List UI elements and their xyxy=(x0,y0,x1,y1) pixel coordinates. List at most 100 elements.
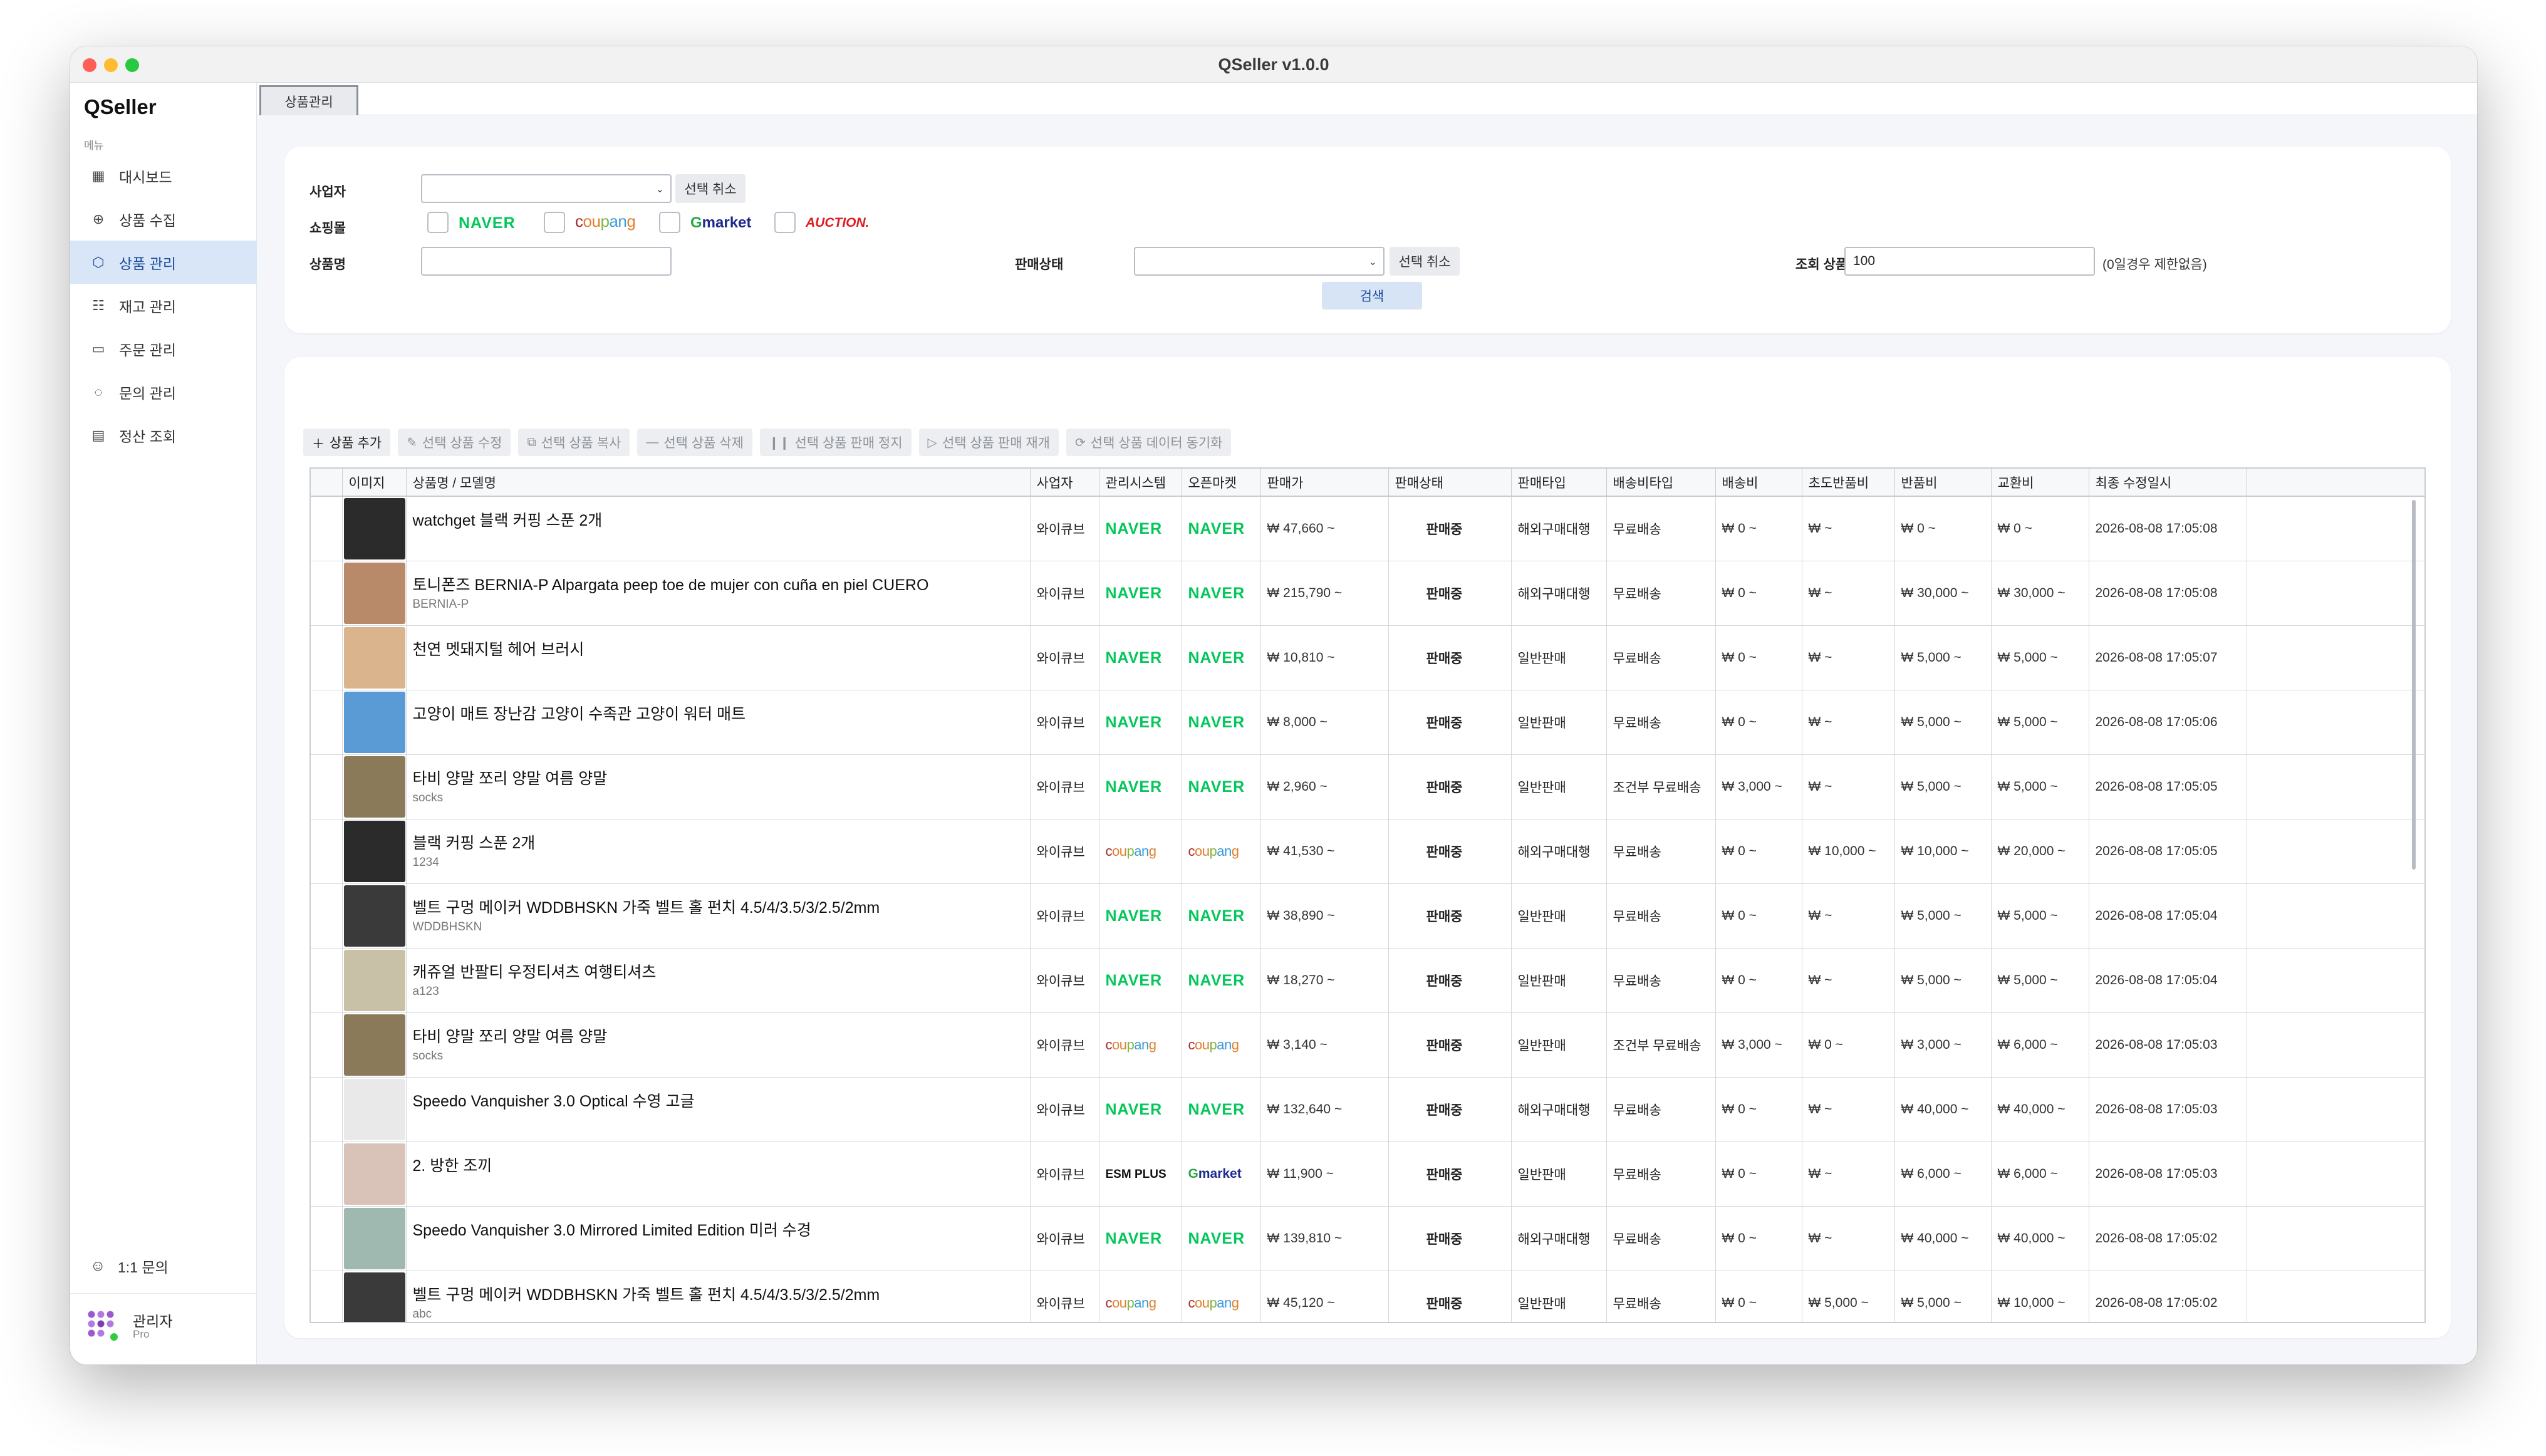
row-select-cell[interactable] xyxy=(311,819,343,884)
row-select-cell[interactable] xyxy=(311,1206,343,1271)
shipping-fee-cell: ₩ 3,000 ~ xyxy=(1715,1012,1802,1078)
return-fee-cell: ₩ 5,000 ~ xyxy=(1894,948,1992,1013)
status-cancel-button[interactable]: 선택 취소 xyxy=(1390,247,1460,276)
updated-at-cell: 2026-08-08 17:05:03 xyxy=(2089,1141,2247,1207)
row-select-cell[interactable] xyxy=(311,625,343,690)
spacer-cell xyxy=(2247,561,2424,626)
stock-icon: ☷ xyxy=(92,297,105,313)
product-name: Speedo Vanquisher 3.0 Mirrored Limited E… xyxy=(412,1222,811,1239)
spacer-cell xyxy=(2247,496,2424,561)
column-header[interactable]: 판매가 xyxy=(1260,469,1389,497)
row-select-cell[interactable] xyxy=(311,883,343,949)
column-header[interactable]: 이미지 xyxy=(342,469,407,497)
seller-select[interactable]: ⌄ xyxy=(421,174,672,203)
initial-return-fee-cell: ₩ ~ xyxy=(1802,690,1895,755)
status-cell: 판매중 xyxy=(1388,1271,1512,1322)
column-header[interactable]: 초도반품비 xyxy=(1802,469,1895,497)
table-scrollbar[interactable] xyxy=(2412,500,2416,870)
initial-return-fee-cell: ₩ ~ xyxy=(1802,1077,1895,1142)
sidebar-item-7[interactable]: ▤ 정산 조회 xyxy=(70,413,257,457)
column-header[interactable]: 관리시스템 xyxy=(1099,469,1182,497)
sidebar-item-1[interactable]: ▦ 대시보드 xyxy=(70,154,257,197)
resume-selling-button[interactable]: ▷ 선택 상품 판매 재개 xyxy=(918,429,1059,456)
row-select-cell[interactable] xyxy=(311,754,343,819)
market-cell: NAVER xyxy=(1182,625,1261,690)
table-row[interactable]: 벨트 구멍 메이커 WDDBHSKN 가죽 벨트 홀 펀치 4.5/4/3.5/… xyxy=(311,1271,2424,1322)
auction-checkbox[interactable] xyxy=(774,212,796,233)
sync-data-button[interactable]: ⟳ 선택 상품 데이터 동기화 xyxy=(1066,429,1232,456)
row-select-cell[interactable] xyxy=(311,948,343,1013)
column-header[interactable]: 사업자 xyxy=(1030,469,1099,497)
column-header[interactable] xyxy=(311,469,343,497)
seller-cell: 와이큐브 xyxy=(1030,1271,1099,1322)
row-select-cell[interactable] xyxy=(311,496,343,561)
sidebar-item-2[interactable]: ⊕ 상품 수집 xyxy=(70,197,257,241)
column-header[interactable]: 반품비 xyxy=(1894,469,1992,497)
add-product-button[interactable]: ＋ 상품 추가 xyxy=(303,429,391,456)
row-select-cell[interactable] xyxy=(311,1141,343,1207)
row-select-cell[interactable] xyxy=(311,1271,343,1322)
stop-selling-button[interactable]: ❙❙ 선택 상품 판매 정지 xyxy=(759,429,912,456)
system-cell: NAVER xyxy=(1099,1206,1182,1271)
search-button[interactable]: 검색 xyxy=(1322,282,1422,309)
column-header[interactable]: 판매상태 xyxy=(1388,469,1512,497)
copy-icon: ⧉ xyxy=(527,435,536,449)
table-row[interactable]: 고양이 매트 장난감 고양이 수족관 고양이 워터 매트 와이큐브 NAVER NAV… xyxy=(311,690,2424,755)
column-header[interactable]: 상품명 / 모델명 xyxy=(406,469,1031,497)
table-row[interactable]: 블랙 커핑 스푼 2개 1234 와이큐브 coupang coupang ₩ 41,53… xyxy=(311,819,2424,884)
product-thumbnail xyxy=(343,1079,405,1140)
sidebar-item-5[interactable]: ▭ 주문 관리 xyxy=(70,327,257,370)
column-header[interactable]: 배송비 xyxy=(1715,469,1802,497)
market-cell: coupang xyxy=(1182,1271,1261,1322)
row-select-cell[interactable] xyxy=(311,690,343,755)
naver-checkbox[interactable] xyxy=(427,212,449,233)
sidebar-item-3[interactable]: ⬡ 상품 관리 xyxy=(70,241,257,284)
column-header[interactable]: 최종 수정일시 xyxy=(2089,469,2247,497)
status-select[interactable]: ⌄ xyxy=(1134,247,1385,276)
gmarket-checkbox[interactable] xyxy=(659,212,680,233)
inquiry-link[interactable]: ☺ 1:1 문의 xyxy=(90,1256,169,1277)
table-row[interactable]: 토니폰즈 BERNIA-P Alpargata peep toe de muje… xyxy=(311,561,2424,626)
column-header[interactable] xyxy=(2247,469,2424,497)
delete-selected-button[interactable]: — 선택 상품 삭제 xyxy=(637,429,752,456)
thumbnail-cell xyxy=(342,496,407,561)
sidebar-item-6[interactable]: ◌ 문의 관리 xyxy=(70,370,257,413)
table-row[interactable]: 2. 방한 조끼 와이큐브 ESM PLUS Gmarket ₩ 11,900 ~ 판매중… xyxy=(311,1141,2424,1207)
column-header[interactable]: 교환비 xyxy=(1991,469,2089,497)
table-row[interactable]: Speedo Vanquisher 3.0 Mirrored Limited E… xyxy=(311,1206,2424,1271)
chevron-down-icon: ⌄ xyxy=(1368,257,1377,268)
coupang-checkbox[interactable] xyxy=(544,212,565,233)
sidebar-item-label: 문의 관리 xyxy=(119,385,177,402)
seller-cell: 와이큐브 xyxy=(1030,625,1099,690)
status-cell: 판매중 xyxy=(1388,1077,1512,1142)
sidebar-item-4[interactable]: ☷ 재고 관리 xyxy=(70,284,257,327)
column-header[interactable]: 오픈마켓 xyxy=(1182,469,1261,497)
count-input[interactable]: 100 xyxy=(1844,247,2095,276)
column-header[interactable]: 배송비타입 xyxy=(1606,469,1716,497)
row-select-cell[interactable] xyxy=(311,1077,343,1142)
market-cell: NAVER xyxy=(1182,883,1261,949)
updated-at-cell: 2026-08-08 17:05:03 xyxy=(2089,1012,2247,1078)
sync-data-label: 선택 상품 데이터 동기화 xyxy=(1090,436,1223,450)
tab-product-management[interactable]: 상품관리 xyxy=(259,85,358,115)
table-row[interactable]: 타비 양말 쪼리 양말 여름 양말 socks 와이큐브 NAVER NAVER ₩ 2,… xyxy=(311,754,2424,819)
shipping-type-cell: 무료배송 xyxy=(1606,883,1716,949)
settle-icon: ▤ xyxy=(91,427,105,443)
row-select-cell[interactable] xyxy=(311,561,343,626)
initial-return-fee-cell: ₩ ~ xyxy=(1802,754,1895,819)
edit-selected-button[interactable]: ✎ 선택 상품 수정 xyxy=(398,429,511,456)
column-header[interactable]: 판매타입 xyxy=(1511,469,1607,497)
seller-cancel-button[interactable]: 선택 취소 xyxy=(675,174,746,203)
table-row[interactable]: 천연 멧돼지털 헤어 브러시 와이큐브 NAVER NAVER ₩ 10,810 ~ 판매… xyxy=(311,625,2424,690)
table-row[interactable]: 벨트 구멍 메이커 WDDBHSKN 가죽 벨트 홀 펀치 4.5/4/3.5/… xyxy=(311,883,2424,949)
seller-cell: 와이큐브 xyxy=(1030,883,1099,949)
shipping-fee-cell: ₩ 0 ~ xyxy=(1715,561,1802,626)
table-row[interactable]: 타비 양말 쪼리 양말 여름 양말 socks 와이큐브 coupang coupang… xyxy=(311,1012,2424,1078)
table-row[interactable]: Speedo Vanquisher 3.0 Optical 수영 고글 와이큐브 N… xyxy=(311,1077,2424,1142)
copy-selected-button[interactable]: ⧉ 선택 상품 복사 xyxy=(518,429,630,456)
row-select-cell[interactable] xyxy=(311,1012,343,1078)
table-row[interactable]: 캐쥬얼 반팔티 우정티셔츠 여행티셔츠 a123 와이큐브 NAVER NAVER ₩ 1… xyxy=(311,948,2424,1013)
table-row[interactable]: watchget 블랙 커핑 스푼 2개 와이큐브 NAVER NAVER ₩ 47,6… xyxy=(311,496,2424,561)
product-name-input[interactable] xyxy=(421,247,672,276)
naver-logo: NAVER xyxy=(459,214,516,232)
